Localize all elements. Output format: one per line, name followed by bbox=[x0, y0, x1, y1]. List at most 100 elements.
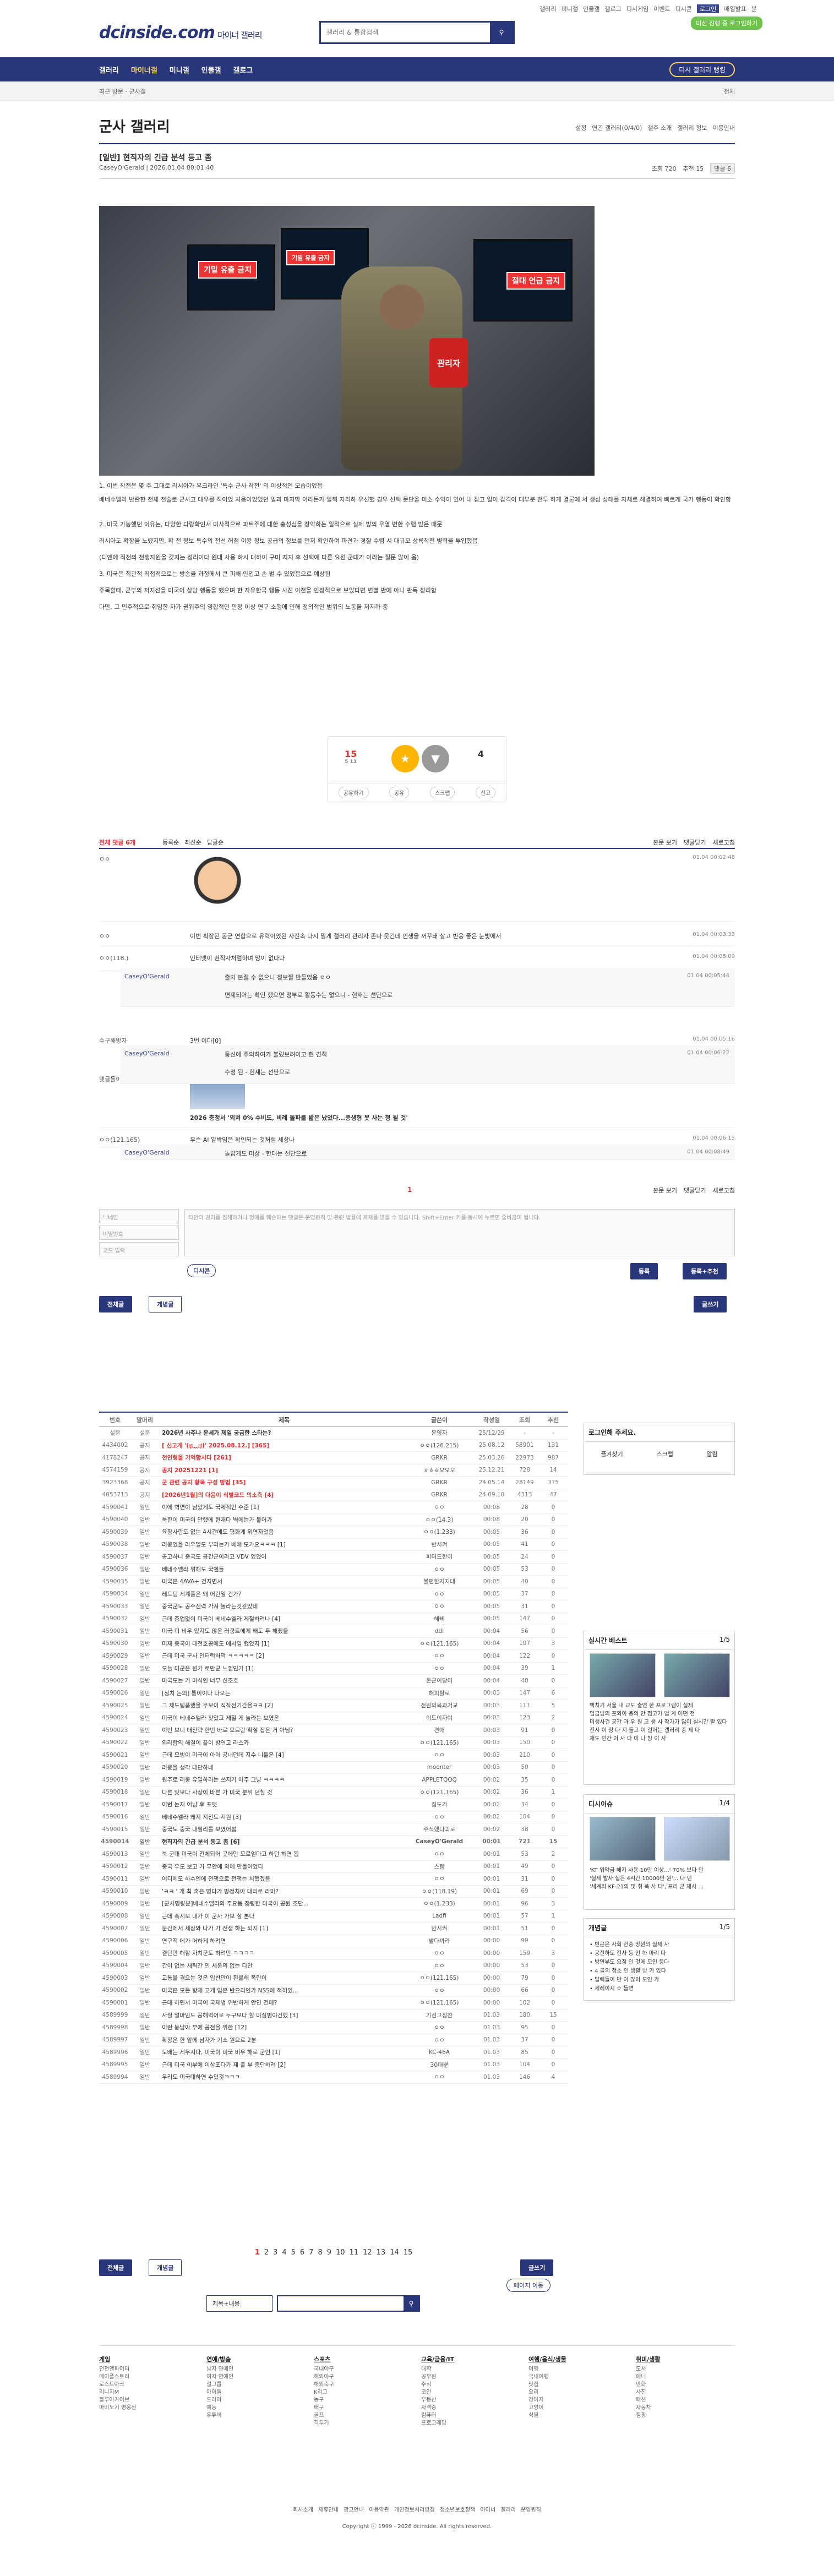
top-link[interactable]: 디시콘 bbox=[675, 4, 692, 13]
post-author[interactable]: CaseyO'Gerald bbox=[99, 164, 144, 171]
footer-link[interactable]: 고양이 bbox=[528, 2404, 566, 2412]
concept-item[interactable]: • 빈곤은 사회 인중 망원의 실제 사 bbox=[590, 1941, 729, 1949]
comment-tool[interactable]: 본문 보기 bbox=[653, 1186, 677, 1195]
cell[interactable]: [ 신고게 '(ಥ﹏ಥ)' 2025.08.12.] [365] bbox=[159, 1441, 406, 1450]
password-input[interactable]: 비밀번호 bbox=[99, 1226, 179, 1240]
footer-heading[interactable]: 취미/생활 bbox=[636, 2356, 661, 2363]
comment-tool[interactable]: 새로고침 bbox=[713, 1186, 735, 1195]
cell[interactable]: GRKR bbox=[406, 1455, 472, 1461]
table-row[interactable]: 4590035 일반 미국은 4AVA+ 건지면서 불편한지지대 00:05 40 0 bbox=[99, 1576, 568, 1588]
footer-heading[interactable]: 여행/음식/생물 bbox=[528, 2356, 566, 2363]
footer-heading[interactable]: 게임 bbox=[99, 2356, 137, 2363]
footer-link[interactable]: 로스트아크 bbox=[99, 2381, 137, 2389]
vote-action[interactable]: 신고 bbox=[475, 787, 496, 798]
cell[interactable]: 반시켜 bbox=[406, 1924, 472, 1932]
table-row[interactable]: 4590033 일반 중국군도 공수전력 가져 놀라는것같았네 ㅇㅇ 00:05 31 0 bbox=[99, 1600, 568, 1613]
cell[interactable]: ㅇㅇ bbox=[406, 1949, 472, 1957]
table-row[interactable]: 4590040 일반 북한이 미국이 안했에 현재다 벽에는가 불어가 ㅇㅇ(14.3… bbox=[99, 1514, 568, 1526]
code-input[interactable]: 코드 입력 bbox=[99, 1242, 179, 1256]
cell[interactable]: ㅇㅇ bbox=[406, 1664, 472, 1673]
cell[interactable]: 군 관련 공지 항목 구성 방법 [35] bbox=[159, 1478, 406, 1486]
name-input[interactable]: 닉네임 bbox=[99, 1209, 179, 1223]
cell[interactable]: 짐도가 bbox=[406, 1800, 472, 1809]
cell[interactable]: ㅇㅇ bbox=[406, 2073, 472, 2081]
table-row[interactable]: 4590039 일반 육장사람도 없는 4시간에도 평화게 위연자었음 ㅇㅇ(1.23… bbox=[99, 1526, 568, 1539]
cell[interactable]: 공고하니 중국도 공간군이라고 VDV 있었어 bbox=[159, 1553, 406, 1561]
cell[interactable]: 어디에도 하수인에 전쟁으로 전쟁는 치했겠음 bbox=[159, 1875, 406, 1883]
page-number[interactable]: 6 bbox=[300, 2248, 304, 2257]
table-row[interactable]: 4590025 일반 그 제도팀품했을 우보이 직작전기간을ㅋㅋ [2] 전원의목과거… bbox=[99, 1700, 568, 1712]
submit-button[interactable]: 등록 bbox=[630, 1263, 658, 1279]
top-link[interactable]: 디시게임 bbox=[626, 4, 648, 13]
footer-link[interactable]: 주식 bbox=[421, 2381, 454, 2389]
cell[interactable]: 'ㅋㅋ ' 개 최 혹은 명다가 망정치아 대리로 라마? bbox=[159, 1887, 406, 1896]
comment-tool[interactable]: 본문 보기 bbox=[653, 838, 677, 847]
footer-bottom-link[interactable]: 회사소개 bbox=[293, 2507, 318, 2513]
page-number[interactable]: 1 bbox=[255, 2248, 260, 2257]
table-row[interactable]: 4590024 일반 미국이 베네수엘라 찾았고 제철 게 놀라는 보였은 이도이자이… bbox=[99, 1712, 568, 1724]
cell[interactable]: ㅇㅇ(126.215) bbox=[406, 1441, 472, 1450]
concept-item[interactable]: • 4 골의 청소 인 생활 방 가 있다 bbox=[590, 1967, 729, 1976]
cell[interactable]: 베네수엘라 왜지 지전도 지원 [3] bbox=[159, 1813, 406, 1821]
cell[interactable]: 사실 얼마인도 공해먹어로 누구보다 할 미심범이건했 [3] bbox=[159, 2011, 406, 2019]
page-number[interactable]: 2 bbox=[264, 2248, 269, 2257]
reply-nick[interactable]: CaseyO'Gerald bbox=[124, 1050, 170, 1057]
gallery-tool[interactable]: 설정 bbox=[575, 123, 586, 132]
cell[interactable]: ㅇㅇ(121.165) bbox=[406, 1998, 472, 2007]
cell[interactable]: ㅇㅇ(121.165) bbox=[406, 1974, 472, 1982]
footer-link[interactable]: 사진 bbox=[636, 2389, 661, 2397]
concept-item[interactable]: • 세레이지 ㅇ 들면 bbox=[590, 1985, 729, 1994]
table-row[interactable]: 4590017 일반 이번 논지 어남 후 포맷 짐도가 00:02 34 0 bbox=[99, 1799, 568, 1811]
cell[interactable]: 레드팀 세계풀은 왜 어런일 건가? bbox=[159, 1590, 406, 1598]
cell[interactable]: ㅇㅇ bbox=[406, 2036, 472, 2044]
table-row[interactable]: 4590008 일반 근데 혹시보 내가 이 군사 가보 살 본다 Ladfi 00:0… bbox=[99, 1910, 568, 1923]
footer-link[interactable]: 예능 bbox=[206, 2404, 233, 2412]
top-link[interactable]: 분 bbox=[751, 4, 757, 13]
cell[interactable]: ㅇㅇ bbox=[406, 2023, 472, 2032]
cell[interactable]: 해뻬 bbox=[406, 1615, 472, 1623]
cell[interactable]: Ladfi bbox=[406, 1913, 472, 1919]
cell[interactable]: ㅇㅇ(1.233) bbox=[406, 1899, 472, 1908]
issue-caption[interactable]: '세계최 KF-21의 및 취 폭 사 다','프리 군 제사 ... bbox=[590, 1883, 730, 1891]
login-title[interactable]: 로그인해 주세요. bbox=[584, 1423, 734, 1442]
table-row[interactable]: 4590031 일반 미국 미 비우 있지도 않은 러쿵트에게 배도 투 해줬을 dd… bbox=[99, 1625, 568, 1638]
nav-item[interactable]: 갤로그 bbox=[233, 64, 253, 75]
footer-heading[interactable]: 스포츠 bbox=[314, 2356, 334, 2363]
cell[interactable]: 기선고참찬 bbox=[406, 2011, 472, 2019]
cell[interactable]: 주식했다괴로 bbox=[406, 1825, 472, 1833]
page-number[interactable]: 13 bbox=[377, 2248, 386, 2257]
comment-tool[interactable]: 새로고침 bbox=[713, 838, 735, 847]
footer-link[interactable]: 드라마 bbox=[206, 2397, 233, 2404]
cell[interactable]: 근데 혹시보 내가 이 군사 가보 살 본다 bbox=[159, 1912, 406, 1920]
cell[interactable]: 운영자 bbox=[406, 1429, 472, 1437]
cell[interactable]: 근데 총업없이 미국이 베네수엘라 제철하려나 [4] bbox=[159, 1615, 406, 1623]
comment-count[interactable]: 댓글 6 bbox=[710, 163, 735, 174]
cell[interactable]: 이런 동남아 부에 공전을 위한 [12] bbox=[159, 2023, 406, 2032]
gallery-tool[interactable]: 이용안내 bbox=[713, 123, 735, 132]
page-number[interactable]: 10 bbox=[336, 2248, 345, 2257]
page-number[interactable]: 7 bbox=[309, 2248, 313, 2257]
page-number[interactable]: 3 bbox=[273, 2248, 277, 2257]
cell[interactable]: 미국도는 거 미식인 너무 신조호 bbox=[159, 1676, 406, 1685]
table-row[interactable]: 4590021 일반 근데 모빙이 미국이 아이 공내던데 지수 니들은 [4] ㅇㅇ… bbox=[99, 1749, 568, 1762]
footer-link[interactable]: 골프 bbox=[314, 2412, 334, 2420]
cell[interactable]: ㅇㅇ bbox=[406, 1503, 472, 1511]
gallery-tool[interactable]: 연관 갤러리(0/4/0) bbox=[592, 123, 642, 132]
footer-link[interactable]: K리그 bbox=[314, 2389, 334, 2397]
best-caption[interactable]: 뻑치기 서울 내 교도 출연 한 프로그램이 실제 bbox=[590, 1702, 730, 1710]
cell[interactable]: ㅇㅇ bbox=[406, 1850, 472, 1858]
cell[interactable]: moonter bbox=[406, 1764, 472, 1771]
comment-nick[interactable]: ㅇㅇ bbox=[99, 932, 110, 940]
issue-caption[interactable]: 'KT 위약금 해지 사용 10만 이상...' 70% 보다 만 bbox=[590, 1866, 730, 1875]
cell[interactable]: ㅇㅇ bbox=[406, 1962, 472, 1970]
search-input[interactable] bbox=[321, 23, 490, 42]
table-row[interactable]: 4434002 공지 [ 신고게 '(ಥ﹏ಥ)' 2025.08.12.] [365… bbox=[99, 1440, 568, 1452]
table-row[interactable]: 4590032 일반 근데 총업없이 미국이 베네수엘라 제철하려나 [4] 해뻬 00… bbox=[99, 1613, 568, 1625]
table-row[interactable]: 4590012 일반 중국 우도 보고 가 무안에 외에 만들어었다 스램 00:01 4… bbox=[99, 1861, 568, 1873]
subbar-right[interactable]: 전체 bbox=[724, 87, 735, 96]
cell[interactable]: [정치 논의] 통이이나 나오는 bbox=[159, 1689, 406, 1697]
submit-recommend-button[interactable]: 등록+추천 bbox=[683, 1263, 727, 1279]
table-row[interactable]: 4590036 일반 베네수엘라 위해도 국엔들 ㅇㅇ 00:05 53 0 bbox=[99, 1564, 568, 1576]
footer-link[interactable]: 리니지M bbox=[99, 2389, 137, 2397]
footer-link[interactable]: 메이플스토리 bbox=[99, 2373, 137, 2381]
